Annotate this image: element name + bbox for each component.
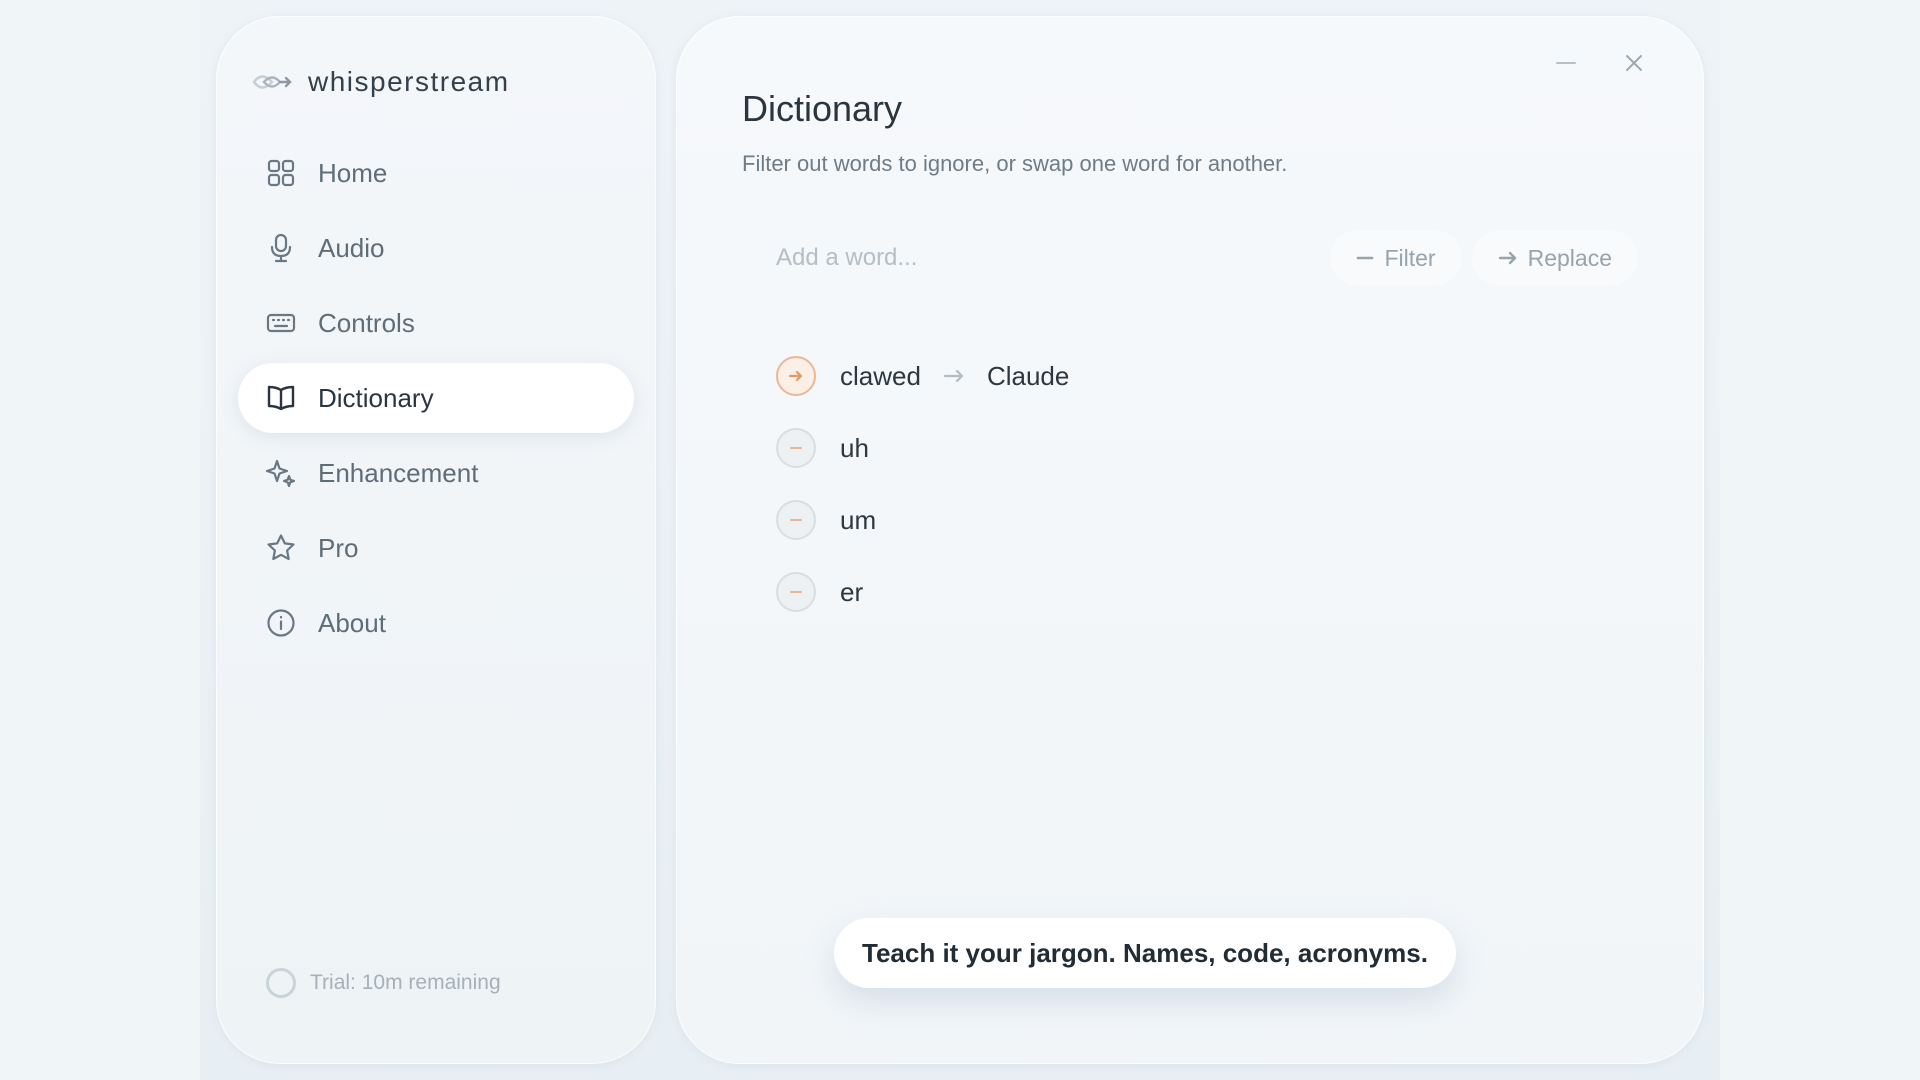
arrow-right-icon: [1498, 251, 1516, 265]
sidebar-item-enhancement[interactable]: Enhancement: [238, 438, 634, 508]
background-right: [1720, 0, 1920, 1080]
sidebar-item-label: Dictionary: [318, 382, 434, 413]
minimize-icon: [1556, 62, 1576, 64]
trial-text: Trial: 10m remaining: [310, 971, 501, 994]
close-icon: [1626, 55, 1642, 71]
replace-badge-icon[interactable]: [776, 356, 816, 396]
filter-badge-icon[interactable]: [776, 500, 816, 540]
star-icon: [266, 533, 296, 563]
close-button[interactable]: [1619, 48, 1649, 78]
keyboard-icon: [266, 308, 296, 338]
list-item[interactable]: um: [776, 484, 1636, 556]
entry-word: er: [840, 576, 864, 607]
filter-button[interactable]: Filter: [1330, 230, 1462, 286]
sidebar-nav: Home Audio Controls Dictionary Enhanceme…: [238, 138, 634, 663]
replace-button[interactable]: Replace: [1471, 230, 1638, 286]
sidebar-item-home[interactable]: Home: [238, 138, 634, 208]
filter-badge-icon[interactable]: [776, 428, 816, 468]
trial-status: Trial: 10m remaining: [266, 968, 501, 998]
sidebar-item-label: Audio: [318, 232, 385, 263]
app-name: whisperstream: [308, 66, 510, 97]
page-subtitle: Filter out words to ignore, or swap one …: [742, 151, 1288, 176]
sidebar-item-controls[interactable]: Controls: [238, 288, 634, 358]
list-item[interactable]: er: [776, 556, 1636, 628]
logo-icon: [250, 60, 294, 104]
background-left: [0, 0, 200, 1080]
arrow-right-icon: [943, 368, 965, 384]
sidebar-item-dictionary[interactable]: Dictionary: [238, 363, 634, 433]
add-word-bar: Filter Replace: [742, 226, 1638, 290]
sidebar-item-audio[interactable]: Audio: [238, 213, 634, 283]
sidebar-item-label: Pro: [318, 532, 359, 563]
trial-progress-ring-icon: [266, 968, 296, 998]
sidebar-item-label: Controls: [318, 307, 415, 338]
grid-icon: [266, 158, 296, 188]
sidebar-item-pro[interactable]: Pro: [238, 513, 634, 583]
tip-text: Teach it your jargon. Names, code, acron…: [862, 937, 1428, 968]
brand: whisperstream: [250, 60, 510, 104]
minus-icon: [1357, 256, 1374, 260]
sidebar-item-label: Home: [318, 157, 388, 188]
entry-word: um: [840, 504, 877, 535]
sidebar-item-about[interactable]: About: [238, 588, 634, 658]
list-item[interactable]: uh: [776, 412, 1636, 484]
add-word-input[interactable]: [742, 226, 1321, 290]
sidebar-item-label: Enhancement: [318, 457, 479, 488]
minimize-button[interactable]: [1551, 48, 1581, 78]
sparkle-icon: [266, 458, 296, 488]
info-icon: [266, 608, 296, 638]
microphone-icon: [266, 233, 296, 263]
book-icon: [266, 383, 296, 413]
entry-replacement: Claude: [986, 360, 1070, 391]
filter-badge-icon[interactable]: [776, 572, 816, 612]
entry-word: uh: [840, 432, 869, 463]
sidebar-item-label: About: [318, 607, 386, 638]
list-item[interactable]: clawed Claude: [776, 340, 1636, 412]
replace-button-label: Replace: [1527, 244, 1612, 271]
dictionary-list: clawed Claude uh um er: [776, 340, 1636, 628]
tip-toast: Teach it your jargon. Names, code, acron…: [834, 918, 1456, 988]
entry-word: clawed: [840, 360, 921, 391]
filter-button-label: Filter: [1384, 244, 1436, 271]
page-title: Dictionary: [742, 88, 903, 129]
